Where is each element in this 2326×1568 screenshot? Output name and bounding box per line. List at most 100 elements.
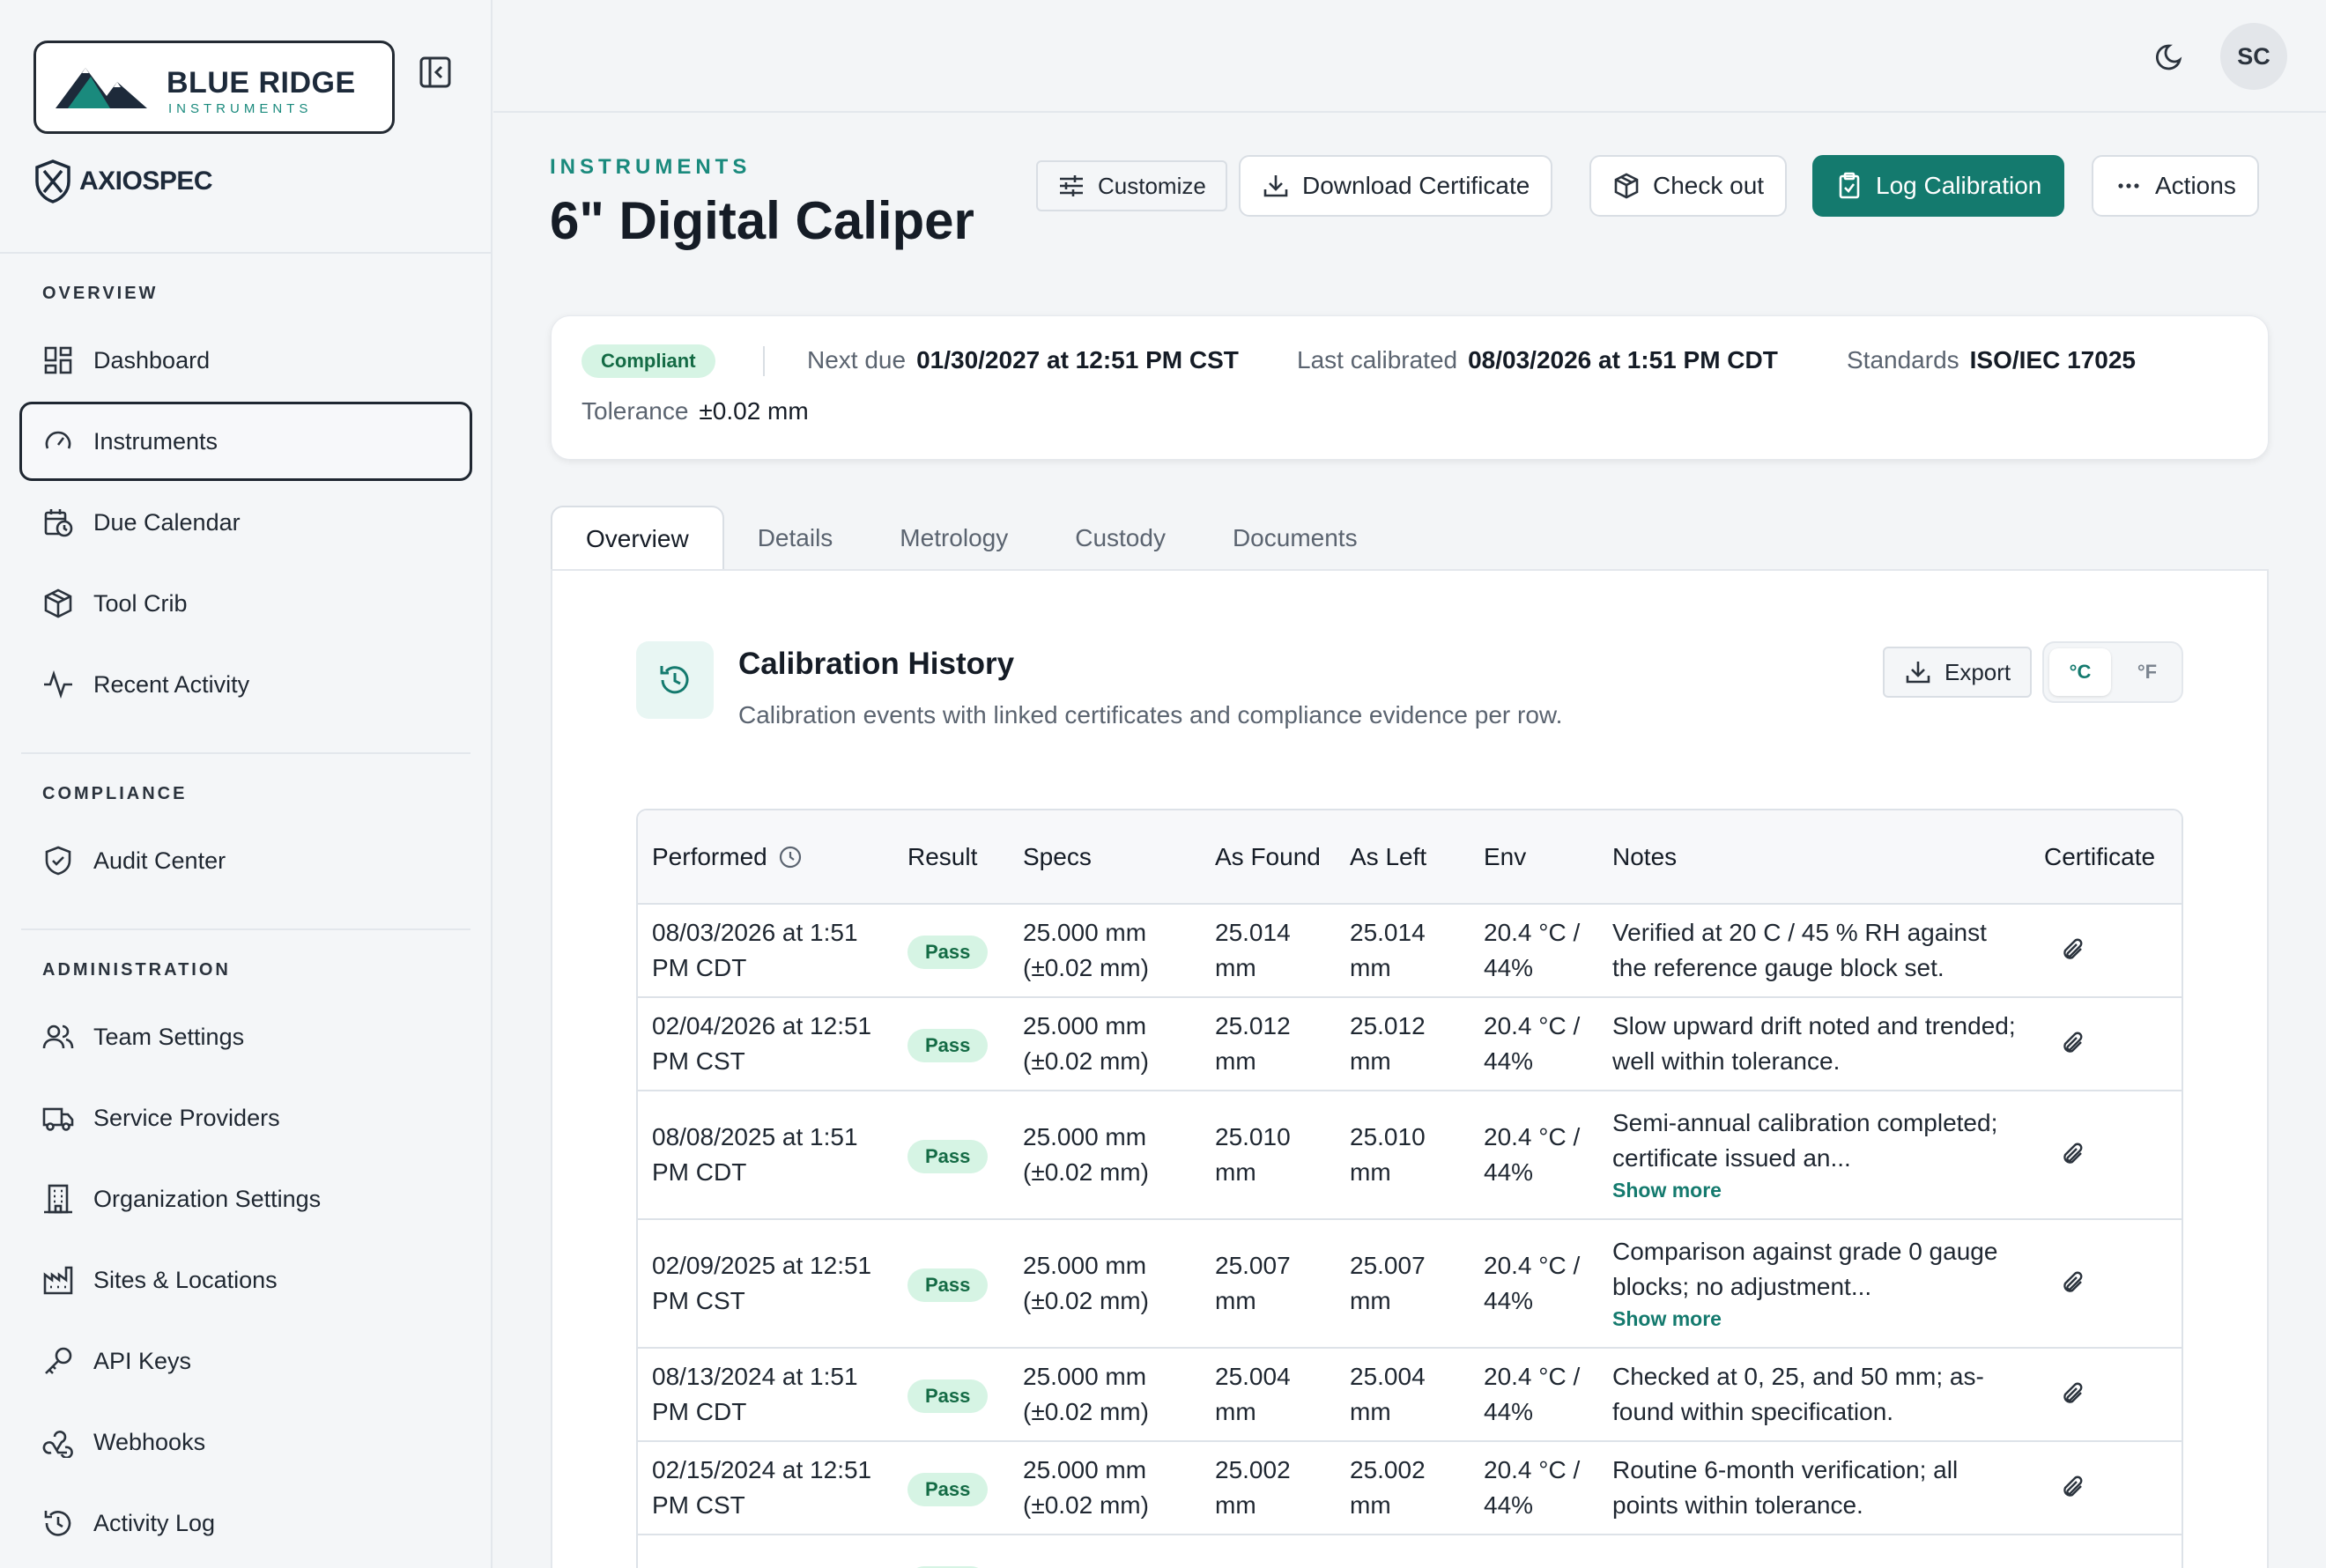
- cell-result: Pass: [893, 904, 1009, 998]
- unit-fahrenheit-option[interactable]: °F: [2116, 648, 2178, 696]
- result-badge: Pass: [907, 1472, 989, 1506]
- cell-certificate[interactable]: [2030, 1348, 2182, 1442]
- cell-notes: Verified at 20 C / 45 % RH against the r…: [1598, 904, 2030, 998]
- cell-as-left: 25.010 mm: [1336, 1091, 1470, 1220]
- sidebar-item-sites-locations[interactable]: Sites & Locations: [19, 1240, 472, 1320]
- tab-documents[interactable]: Documents: [1199, 506, 1391, 571]
- cell-certificate[interactable]: [2030, 1219, 2182, 1349]
- column-header-as-found: As Found: [1201, 810, 1336, 905]
- cell-result: Pass: [893, 997, 1009, 1091]
- table-row: 02/15/2024 at 12:51 PM CST Pass 25.000 mm …: [638, 1441, 2182, 1535]
- last-calibrated-label: Last calibrated: [1297, 346, 1458, 374]
- collapse-sidebar-icon[interactable]: [418, 55, 453, 90]
- note-text: Verified at 20 C / 45 % RH against: [1612, 1564, 2016, 1568]
- result-badge: Pass: [907, 1379, 989, 1413]
- sidebar-item-audit-center[interactable]: Audit Center: [19, 821, 472, 900]
- cell-certificate[interactable]: [2030, 904, 2182, 998]
- section-label-compliance: COMPLIANCE: [42, 784, 188, 803]
- tab-details[interactable]: Details: [724, 506, 867, 571]
- mountain-logo-icon: [56, 68, 147, 108]
- theme-toggle-moon-icon[interactable]: [2153, 39, 2189, 74]
- sidebar-item-instruments[interactable]: Instruments: [19, 402, 472, 481]
- paperclip-icon: [2063, 1032, 2083, 1053]
- tab-custody[interactable]: Custody: [1041, 506, 1199, 571]
- result-badge: Pass: [907, 935, 989, 969]
- table-row: 08/08/2025 at 1:51 PM CDT Pass 25.000 mm (…: [638, 1091, 2182, 1220]
- sidebar-item-dashboard[interactable]: Dashboard: [19, 321, 472, 400]
- brand-logo[interactable]: BLUE RIDGE INSTRUMENTS: [33, 41, 395, 134]
- check-out-button[interactable]: Check out: [1589, 155, 1788, 217]
- sidebar-item-organization-settings[interactable]: Organization Settings: [19, 1159, 472, 1239]
- section-title: Calibration History: [738, 647, 1015, 681]
- export-button[interactable]: Export: [1883, 647, 2033, 698]
- log-calibration-button[interactable]: Log Calibration: [1812, 155, 2065, 217]
- show-more-link[interactable]: Show more: [1612, 1305, 2016, 1333]
- cell-performed: 08/03/2026 at 1:51 PM CDT: [638, 904, 893, 998]
- next-due: Next due 01/30/2027 at 12:51 PM CST: [807, 346, 1239, 374]
- cell-as-found: 25.014 mm: [1201, 904, 1336, 998]
- table-header-row: Performed Result Specs As Found As Left …: [638, 810, 2182, 905]
- cell-certificate[interactable]: [2030, 997, 2182, 1091]
- show-more-link[interactable]: Show more: [1612, 1176, 2016, 1204]
- user-avatar[interactable]: SC: [2220, 23, 2287, 90]
- cell-env: 20.4 °C / 44%: [1470, 904, 1598, 998]
- standards-value: ISO/IEC 17025: [1969, 346, 2136, 374]
- webhook-icon: [42, 1431, 73, 1458]
- cell-as-found: 25.002 mm: [1201, 1441, 1336, 1535]
- cell-specs: 25.000 mm: [1009, 1535, 1201, 1568]
- cell-certificate[interactable]: [2030, 1535, 2182, 1568]
- column-header-specs: Specs: [1009, 810, 1201, 905]
- package-icon: [44, 588, 72, 618]
- download-certificate-button[interactable]: Download Certificate: [1239, 155, 1553, 217]
- cell-as-left: 24.999: [1336, 1535, 1470, 1568]
- axiospec-shield-icon: [35, 159, 70, 203]
- unit-celsius-option[interactable]: °C: [2049, 648, 2111, 696]
- section-label-administration: ADMINISTRATION: [42, 960, 231, 980]
- status-badge: Compliant: [582, 344, 715, 378]
- sidebar-item-recent-activity[interactable]: Recent Activity: [19, 645, 472, 724]
- building-icon: [44, 1184, 72, 1214]
- column-header-performed[interactable]: Performed: [638, 810, 893, 905]
- sidebar-item-activity-log[interactable]: Activity Log: [19, 1483, 472, 1563]
- cell-certificate[interactable]: [2030, 1091, 2182, 1220]
- brand-subtitle: INSTRUMENTS: [168, 101, 313, 116]
- table-row: 08/13/2024 at 1:51 PM CDT Pass 25.000 mm (…: [638, 1348, 2182, 1442]
- sidebar-item-webhooks[interactable]: Webhooks: [19, 1402, 472, 1482]
- sidebar-item-label: Recent Activity: [93, 670, 250, 698]
- tab-overview[interactable]: Overview: [551, 506, 724, 571]
- cell-performed: 08/08/2025 at 1:51 PM CDT: [638, 1091, 893, 1220]
- export-label: Export: [1945, 658, 2011, 685]
- sidebar-item-due-calendar[interactable]: Due Calendar: [19, 483, 472, 562]
- sidebar-item-service-providers[interactable]: Service Providers: [19, 1078, 472, 1158]
- instrument-summary-card: Compliant Next due 01/30/2027 at 12:51 PM…: [551, 315, 2269, 460]
- cell-performed: 02/15/2024 at 12:51 PM CST: [638, 1441, 893, 1535]
- shield-check-icon: [45, 846, 71, 876]
- customize-button[interactable]: Customize: [1036, 160, 1227, 211]
- cell-as-left: 25.004 mm: [1336, 1348, 1470, 1442]
- sidebar-item-label: Service Providers: [93, 1104, 280, 1131]
- breadcrumb[interactable]: INSTRUMENTS: [550, 155, 751, 180]
- cell-performed: 08/19/2023 at: [638, 1535, 893, 1568]
- note-text: Checked at 0, 25, and 50 mm; as-found wi…: [1612, 1363, 1984, 1425]
- sidebar-item-tool-crib[interactable]: Tool Crib: [19, 564, 472, 643]
- next-due-label: Next due: [807, 346, 907, 374]
- sidebar-item-team-settings[interactable]: Team Settings: [19, 997, 472, 1076]
- cell-specs: 25.000 mm (±0.02 mm): [1009, 1348, 1201, 1442]
- sidebar-item-label: Webhooks: [93, 1428, 206, 1455]
- tab-metrology[interactable]: Metrology: [866, 506, 1041, 571]
- sidebar-item-api-keys[interactable]: API Keys: [19, 1321, 472, 1401]
- cell-env: 20.4 °C / 44%: [1470, 997, 1598, 1091]
- product-logo: AXIOSPEC: [33, 159, 213, 204]
- download-label: Download Certificate: [1302, 172, 1530, 199]
- actions-menu-button[interactable]: Actions: [2092, 155, 2259, 217]
- sidebar: BLUE RIDGE INSTRUMENTS AXIOSPEC OVERVIEW…: [0, 0, 493, 1568]
- result-badge: Pass: [907, 1139, 989, 1173]
- cell-as-found: 25.007 mm: [1201, 1219, 1336, 1349]
- cell-certificate[interactable]: [2030, 1441, 2182, 1535]
- sidebar-item-label: Activity Log: [93, 1509, 216, 1536]
- cell-notes: Verified at 20 C / 45 % RH against: [1598, 1535, 2030, 1568]
- column-header-env: Env: [1470, 810, 1598, 905]
- section-subtitle: Calibration events with linked certifica…: [738, 701, 1563, 729]
- cell-performed: 08/13/2024 at 1:51 PM CDT: [638, 1348, 893, 1442]
- note-text: Routine 6-month verification; all points…: [1612, 1456, 1959, 1519]
